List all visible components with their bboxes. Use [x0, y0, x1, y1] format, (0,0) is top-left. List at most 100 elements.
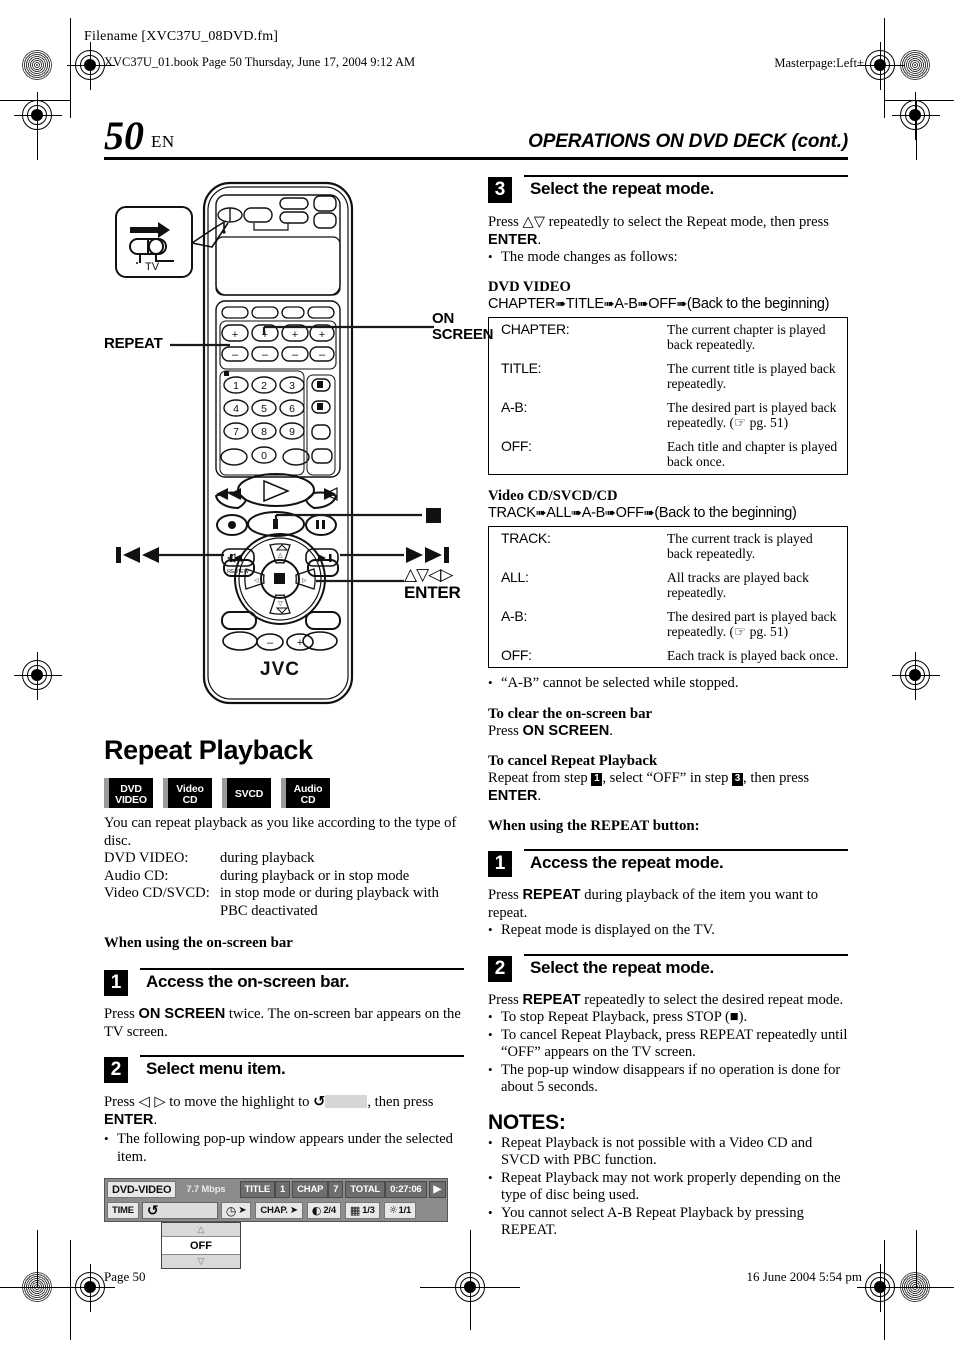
skip-back-glyph: [116, 547, 159, 563]
badge-line1: DVD: [120, 782, 142, 795]
trim-line-right: [884, 18, 885, 118]
svg-text:–: –: [267, 637, 274, 649]
step-1-body: Press ON SCREEN twice. The on-screen bar…: [104, 1006, 464, 1041]
mode-key: OFF:: [501, 646, 532, 663]
osd-title-label: TITLE: [239, 1181, 276, 1198]
step-number: 1: [488, 851, 512, 877]
step-3-bullets: The mode changes as follows:: [488, 248, 848, 267]
flow-item: A-B: [614, 295, 638, 312]
cancel-part4: .: [537, 787, 542, 804]
cancel-bold: ENTER: [488, 787, 538, 804]
right-arrow-icon: ➤: [289, 1205, 298, 1216]
step-1-header: 1 Access the on-screen bar.: [104, 968, 464, 998]
cancel-part2: , select “OFF” in step: [602, 770, 733, 786]
masterpage-label: Masterpage:Left+: [774, 56, 864, 70]
svg-text:+: +: [319, 329, 325, 341]
list-item: Repeat mode is displayed on the TV.: [488, 921, 848, 940]
osd-next-arrow-icon[interactable]: ▶: [428, 1181, 446, 1198]
notes-title: NOTES:: [488, 1110, 566, 1134]
svg-text:8: 8: [261, 426, 267, 438]
trim-line-left-bottom: [70, 1240, 71, 1340]
repeat-icon: ↺: [313, 1093, 326, 1110]
table-row: OFF: Each track is played back once.: [489, 644, 848, 668]
callout-repeat: REPEAT: [104, 335, 163, 352]
running-head-title: OPERATIONS ON DVD DECK (cont.): [528, 131, 848, 152]
flow-item: TITLE: [565, 295, 604, 312]
step-3-body: Press △▽ repeatedly to select the Repeat…: [488, 213, 848, 249]
registration-mark-top-right: [857, 42, 905, 90]
disc-badge-video-cd: Video CD: [163, 778, 212, 808]
cancel-repeat-heading: To cancel Repeat Playback: [488, 753, 658, 769]
flow-item: TRACK: [488, 504, 536, 521]
list-item: The following pop-up window appears unde…: [104, 1130, 464, 1166]
video-cd-heading: Video CD/SVCD/CD: [488, 487, 618, 504]
osd-row-2: TIME ↺ ◷ ➤ CHAP. ➤ ◐ 2/4 ▦ 1/3 ☼ 1/1: [104, 1200, 448, 1222]
r1-pre: Press: [488, 887, 523, 903]
step-chip-1: 1: [591, 773, 603, 786]
left-column: Repeat Playback DVD VIDEO Video CD SVCD …: [104, 735, 464, 1269]
osd-chapter-search-button[interactable]: CHAP. ➤: [255, 1202, 303, 1219]
right-arrow-icon: ➤: [238, 1205, 247, 1216]
mode-desc: Each title and chapter is played back on…: [667, 438, 838, 470]
step-1-body-bold: ON SCREEN: [138, 1006, 226, 1022]
trim-line-right-bottom: [884, 1240, 885, 1340]
dvd-video-heading: DVD VIDEO: [488, 278, 571, 295]
callout-arrow-cluster-icon: △▽◁▷: [404, 565, 453, 585]
footer-date-label: 16 June 2004 5:54 pm: [746, 1269, 862, 1284]
video-cd-flow: TRACK➠ALL➠A-B➠OFF➠(Back to the beginning…: [488, 505, 848, 521]
svg-text:5: 5: [261, 403, 267, 415]
condition-label: Video CD/SVCD:: [104, 885, 210, 901]
running-head-rule: [104, 157, 848, 160]
badge-line1: Video: [176, 782, 204, 795]
svg-text:–: –: [292, 349, 299, 361]
table-row: OFF: Each title and chapter is played ba…: [489, 435, 848, 475]
left-right-arrows-icon: ◁ ▷: [138, 1093, 166, 1110]
osd-chap-label: CHAP: [292, 1181, 329, 1198]
table-row: Video CD/SVCD: in stop mode or during pl…: [104, 885, 464, 920]
registration-mark-left-center: [14, 652, 62, 700]
table-row: TRACK: The current track is played back …: [489, 526, 848, 566]
osd-time-search-button[interactable]: ◷ ➤: [220, 1202, 252, 1219]
onscreen-bar-heading: When using the on-screen bar: [104, 935, 293, 951]
clock-icon: ◷: [225, 1203, 237, 1218]
mode-desc: The current chapter is played back repea…: [667, 321, 826, 353]
up-down-arrows-icon: △▽: [522, 213, 545, 230]
running-head: 50 EN OPERATIONS ON DVD DECK (cont.): [104, 115, 848, 159]
clear-bar-bold: ON SCREEN: [522, 722, 610, 739]
arrow-right-icon: ➠: [603, 296, 615, 312]
crop-line-bottom-center-h: [420, 1287, 520, 1288]
badge-line2: VIDEO: [115, 793, 147, 806]
table-row: ALL: All tracks are played back repeated…: [489, 566, 848, 605]
crop-line-bottom-center-v: [470, 1230, 471, 1330]
crop-line-top-right-v: [916, 100, 917, 160]
flow-item: (Back to the beginning): [654, 504, 797, 521]
osd-subtitle-button[interactable]: ▦ 1/3: [344, 1202, 380, 1219]
repeat-mode-popup: △ OFF ▽: [161, 1222, 241, 1269]
step-3-body-pre: Press: [488, 214, 523, 230]
callout-on-screen: ON SCREEN: [432, 310, 494, 343]
badge-line2: CD: [300, 793, 316, 806]
trim-line-left: [70, 18, 71, 118]
flow-item: OFF: [615, 504, 644, 521]
callout-enter: ENTER: [404, 583, 461, 602]
svg-text:–: –: [232, 349, 239, 361]
step-rule: [524, 175, 848, 177]
repeat-step-1-body: Press REPEAT during playback of the item…: [488, 887, 848, 922]
repeat-button-heading: When using the REPEAT button:: [488, 818, 700, 834]
svg-text:2: 2: [261, 380, 267, 392]
osd-angle-button[interactable]: ☼ 1/1: [383, 1202, 417, 1219]
r2-pre: Press: [488, 991, 523, 1008]
list-item: The pop-up window disappears if no opera…: [488, 1061, 848, 1097]
osd-total-value: 0:27:06: [385, 1181, 427, 1198]
popup-up-arrow[interactable]: △: [162, 1223, 240, 1237]
popup-down-arrow[interactable]: ▽: [162, 1254, 240, 1268]
list-item: You cannot select A-B Repeat Playback by…: [488, 1204, 848, 1240]
osd-repeat-button[interactable]: ↺: [141, 1202, 218, 1219]
osd-time-button[interactable]: TIME: [107, 1202, 139, 1219]
step-title: Select menu item.: [146, 1059, 286, 1078]
disc-badge-dvd-video: DVD VIDEO: [104, 778, 153, 808]
crop-line-bottom-left-v: [37, 1230, 38, 1288]
page-number: 50: [104, 113, 144, 158]
osd-audio-button[interactable]: ◐ 2/4: [306, 1202, 341, 1219]
step-rule: [524, 849, 848, 851]
